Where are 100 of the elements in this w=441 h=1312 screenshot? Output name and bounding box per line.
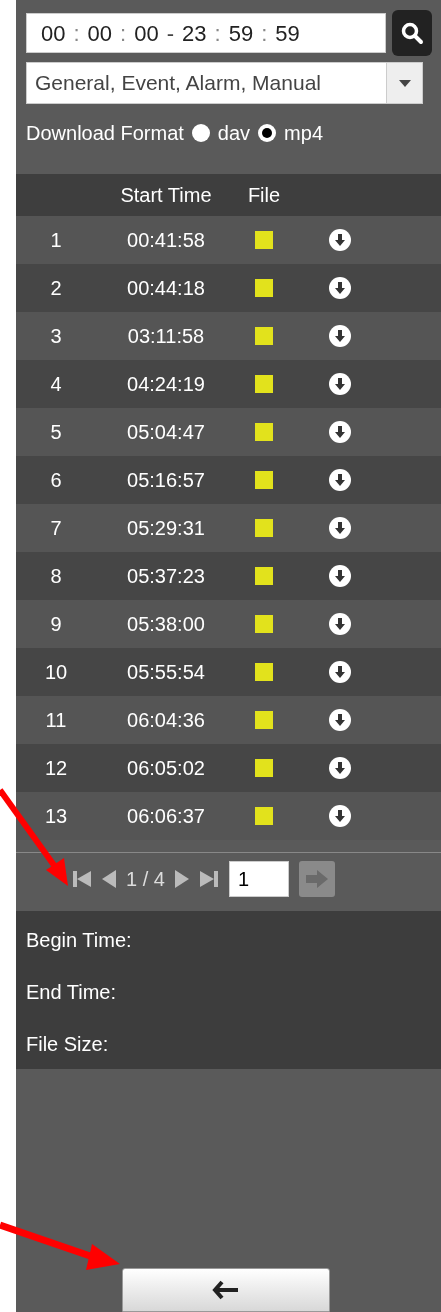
start-time: 05:55:54 [126, 660, 206, 685]
row-index: 11 [44, 708, 68, 733]
page-input[interactable]: 1 [228, 861, 289, 897]
start-time: 04:24:19 [126, 372, 206, 397]
download-icon[interactable] [329, 421, 351, 443]
download-icon[interactable] [329, 277, 351, 299]
table-row[interactable]: 10 05:55:54 [16, 648, 441, 696]
row-index: 10 [43, 660, 69, 685]
time-separator: : [73, 19, 80, 48]
file-icon [255, 279, 273, 297]
file-icon [255, 615, 273, 633]
table-row[interactable]: 4 04:24:19 [16, 360, 441, 408]
start-time: 06:05:02 [126, 756, 206, 781]
table-row[interactable]: 13 06:06:37 [16, 792, 441, 840]
back-button[interactable] [122, 1268, 330, 1312]
file-icon [255, 471, 273, 489]
table-row[interactable]: 5 05:04:47 [16, 408, 441, 456]
search-button[interactable] [392, 10, 432, 56]
page-indicator: 1 / 4 [126, 867, 165, 892]
start-time: 00:44:18 [126, 276, 206, 301]
table-row[interactable]: 8 05:37:23 [16, 552, 441, 600]
start-time: 03:11:58 [126, 324, 206, 349]
start-time: 06:06:37 [126, 804, 206, 829]
time-value: 00 [87, 19, 113, 48]
column-header: File [246, 183, 282, 208]
time-value: 59 [275, 19, 300, 48]
file-icon [255, 567, 273, 585]
format-label: Download Format [26, 121, 184, 146]
time-range-field[interactable]: 00 : 00 : 00 - 23 : 59 : 59 [26, 13, 386, 53]
download-icon[interactable] [329, 709, 351, 731]
table-row[interactable]: 3 03:11:58 [16, 312, 441, 360]
table-row[interactable]: 2 00:44:18 [16, 264, 441, 312]
table-row[interactable]: 6 05:16:57 [16, 456, 441, 504]
download-icon[interactable] [329, 229, 351, 251]
time-value: 23 [182, 19, 207, 48]
download-icon[interactable] [329, 565, 351, 587]
start-time: 05:37:23 [126, 564, 206, 589]
download-icon[interactable] [329, 661, 351, 683]
first-page-icon[interactable] [72, 869, 93, 889]
file-icon [255, 231, 273, 249]
time-separator: : [261, 19, 268, 48]
download-icon[interactable] [329, 469, 351, 491]
row-index: 13 [43, 804, 69, 829]
file-icon [255, 519, 273, 537]
caret-icon [398, 79, 411, 87]
search-icon [400, 21, 424, 45]
row-index: 7 [49, 516, 63, 541]
range-dash: - [166, 19, 175, 48]
download-icon[interactable] [329, 805, 351, 827]
start-time: 05:04:47 [126, 420, 206, 445]
time-value: 59 [228, 19, 254, 48]
record-type-dropdown[interactable]: General, Event, Alarm, Manual [26, 62, 423, 104]
row-index: 5 [49, 420, 63, 445]
time-separator: : [214, 19, 221, 48]
info-label: Begin Time: [26, 928, 133, 953]
start-time: 05:16:57 [126, 468, 206, 493]
table-row[interactable]: 11 06:04:36 [16, 696, 441, 744]
row-index: 8 [49, 564, 63, 589]
download-icon[interactable] [329, 373, 351, 395]
radio-button[interactable] [258, 124, 277, 142]
file-icon [255, 807, 273, 825]
row-index: 4 [49, 372, 63, 397]
info-label: File Size: [26, 1032, 110, 1057]
file-icon [255, 375, 273, 393]
file-icon [255, 327, 273, 345]
row-index: 12 [43, 756, 69, 781]
table-row[interactable]: 1 00:41:58 [16, 216, 441, 264]
info-label: End Time: [26, 980, 118, 1005]
previous-page-icon[interactable] [102, 870, 117, 888]
start-time: 06:04:36 [126, 708, 206, 733]
arrow-left-icon [212, 1280, 240, 1300]
table-row[interactable]: 9 05:38:00 [16, 600, 441, 648]
time-value: 00 [134, 19, 159, 48]
start-time: 05:38:00 [126, 612, 206, 637]
time-value: 00 [41, 19, 66, 48]
file-icon [255, 759, 273, 777]
last-page-icon[interactable] [198, 869, 219, 889]
table-row[interactable]: 7 05:29:31 [16, 504, 441, 552]
row-index: 1 [49, 228, 63, 253]
download-icon[interactable] [329, 517, 351, 539]
radio-button[interactable] [191, 124, 210, 142]
column-header: Start Time [119, 183, 213, 208]
download-icon[interactable] [329, 613, 351, 635]
row-index: 2 [49, 276, 63, 301]
next-page-icon[interactable] [174, 870, 189, 888]
file-icon [255, 663, 273, 681]
download-icon[interactable] [329, 757, 351, 779]
file-icon [255, 711, 273, 729]
row-index: 6 [49, 468, 63, 493]
file-icon [255, 423, 273, 441]
row-index: 3 [49, 324, 63, 349]
table-row[interactable]: 12 06:05:02 [16, 744, 441, 792]
arrow-right-icon [305, 870, 328, 888]
row-index: 9 [49, 612, 63, 637]
download-icon[interactable] [329, 325, 351, 347]
time-separator: : [120, 19, 127, 48]
format-option: mp4 [284, 118, 323, 148]
start-time: 05:29:31 [126, 516, 206, 541]
start-time: 00:41:58 [126, 228, 206, 253]
format-option: dav [217, 118, 251, 148]
